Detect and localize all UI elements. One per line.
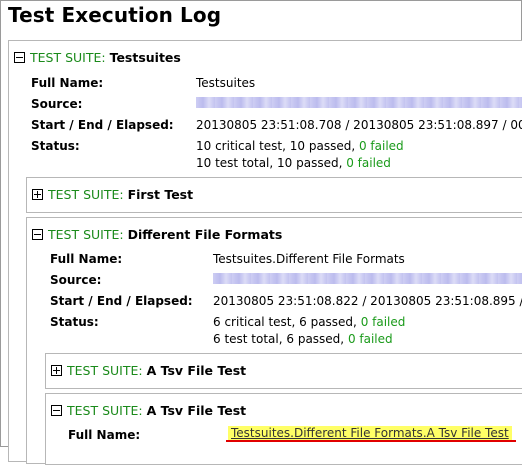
suite-name: Testsuites	[109, 50, 181, 65]
suite-keyword: TEST SUITE:	[67, 363, 143, 378]
suite-name: A Tsv File Test	[146, 403, 247, 418]
expand-icon[interactable]	[32, 189, 43, 200]
suite-header-tsv-expanded[interactable]: TEST SUITE: A Tsv File Test	[51, 403, 246, 418]
status-total-text: 10 test total, 10 passed,	[196, 156, 347, 170]
annotation-underline	[226, 440, 516, 442]
status-total: 10 test total, 10 passed, 0 failed	[196, 156, 391, 170]
times-value: 20130805 23:51:08.708 / 20130805 23:51:0…	[196, 118, 522, 132]
full-name-label: Full Name:	[31, 76, 104, 90]
status-total: 6 test total, 6 passed, 0 failed	[213, 332, 393, 346]
status-total-text: 6 test total, 6 passed,	[213, 332, 348, 346]
failed-count: 0 failed	[358, 139, 404, 153]
suite-name: Different File Formats	[127, 227, 283, 242]
failed-count: 0 failed	[347, 332, 393, 346]
suite-header-different-formats[interactable]: TEST SUITE: Different File Formats	[32, 227, 282, 242]
collapse-icon[interactable]	[14, 52, 25, 63]
source-label: Source:	[50, 273, 102, 287]
collapse-icon[interactable]	[32, 229, 43, 240]
source-value-redacted[interactable]	[213, 273, 522, 284]
full-name-value: Testsuites.Different File Formats	[213, 252, 405, 266]
status-critical: 6 critical test, 6 passed, 0 failed	[213, 315, 405, 329]
expand-icon[interactable]	[51, 365, 62, 376]
source-label: Source:	[31, 97, 83, 111]
status-critical: 10 critical test, 10 passed, 0 failed	[196, 139, 404, 153]
collapse-icon[interactable]	[51, 405, 62, 416]
suite-keyword: TEST SUITE:	[48, 227, 124, 242]
times-label: Start / End / Elapsed:	[50, 294, 193, 308]
failed-count: 0 failed	[346, 156, 391, 170]
status-label: Status:	[31, 139, 80, 153]
status-label: Status:	[50, 315, 99, 329]
full-name-value: Testsuites	[196, 76, 256, 90]
status-critical-text: 10 critical test, 10 passed,	[196, 139, 359, 153]
status-critical-text: 6 critical test, 6 passed,	[213, 315, 361, 329]
times-label: Start / End / Elapsed:	[31, 118, 174, 132]
suite-name: A Tsv File Test	[146, 363, 247, 378]
times-value: 20130805 23:51:08.822 / 20130805 23:51:0…	[213, 294, 522, 308]
full-name-label: Full Name:	[68, 428, 141, 442]
suite-header-testsuites[interactable]: TEST SUITE: Testsuites	[14, 50, 181, 65]
suite-keyword: TEST SUITE:	[48, 187, 124, 202]
suite-name: First Test	[127, 187, 194, 202]
suite-header-tsv-collapsed[interactable]: TEST SUITE: A Tsv File Test	[51, 363, 246, 378]
page-title: Test Execution Log	[8, 3, 222, 27]
full-name-label: Full Name:	[50, 252, 123, 266]
source-value-redacted[interactable]	[196, 97, 522, 108]
suite-keyword: TEST SUITE:	[67, 403, 143, 418]
full-name-link-highlighted[interactable]: Testsuites.Different File Formats.A Tsv …	[228, 426, 512, 440]
suite-header-first-test[interactable]: TEST SUITE: First Test	[32, 187, 193, 202]
failed-count: 0 failed	[360, 315, 406, 329]
suite-keyword: TEST SUITE:	[30, 50, 106, 65]
